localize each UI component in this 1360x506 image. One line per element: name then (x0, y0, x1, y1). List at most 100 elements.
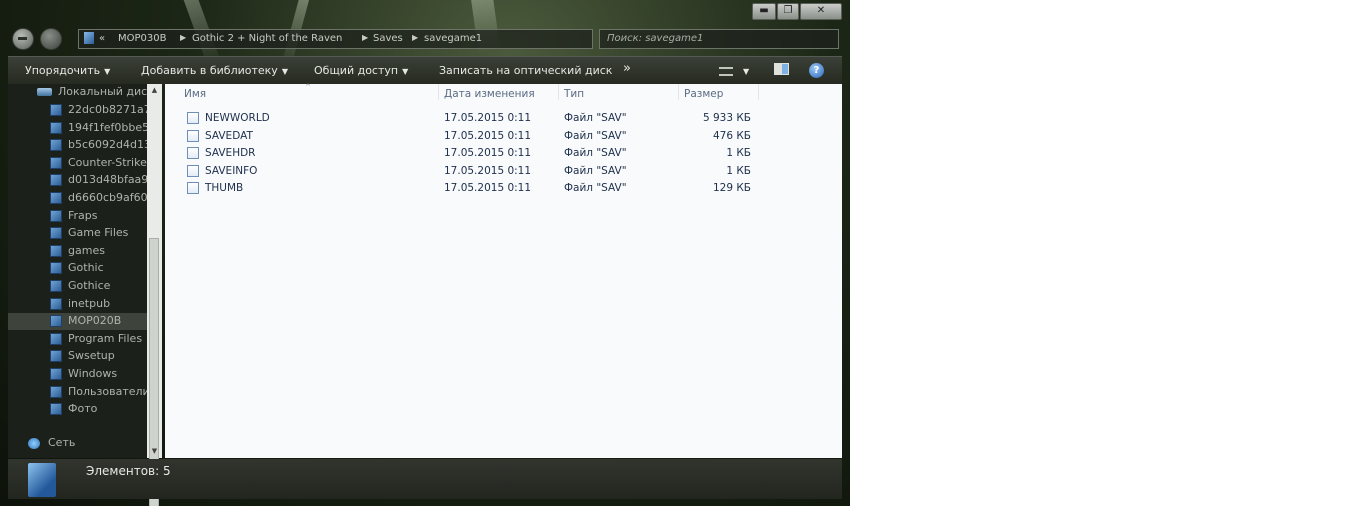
column-header-date[interactable]: Дата изменения (444, 88, 535, 100)
column-divider[interactable] (558, 84, 559, 100)
breadcrumb-segment[interactable]: Gothic 2 + Night of the Raven (192, 33, 342, 44)
sidebar-item[interactable]: inetpub (8, 296, 147, 313)
breadcrumb-segment[interactable]: Saves (373, 33, 403, 44)
help-button[interactable]: ? (809, 63, 824, 78)
table-row[interactable]: SAVEHDR 17.05.2015 0:11 Файл "SAV" 1 КБ (165, 145, 765, 162)
address-bar[interactable]: « MOP030B ▶ Gothic 2 + Night of the Rave… (78, 29, 593, 49)
details-view-icon (719, 66, 733, 76)
folder-icon (50, 403, 62, 416)
column-header-size[interactable]: Размер (684, 88, 723, 100)
sidebar-item[interactable]: Counter-Strike (8, 155, 147, 172)
sidebar-item[interactable]: 22dc0b8271a7f (8, 102, 147, 119)
organize-button[interactable]: Упорядочить ▼ (25, 64, 110, 77)
column-divider[interactable] (438, 84, 439, 100)
sidebar-item[interactable]: Program Files (8, 331, 147, 348)
folder-icon (50, 174, 62, 187)
sidebar-item[interactable]: d013d48bfaa9e (8, 172, 147, 189)
sidebar-item[interactable]: games (8, 243, 147, 260)
sidebar-item-label: Fraps (68, 208, 98, 222)
file-type: Файл "SAV" (564, 112, 627, 124)
folder-icon (50, 332, 62, 345)
chevron-down-icon: ▼ (743, 67, 750, 76)
share-label: Общий доступ (314, 64, 399, 77)
table-row[interactable]: SAVEDAT 17.05.2015 0:11 Файл "SAV" 476 КБ (165, 128, 765, 145)
file-date: 17.05.2015 0:11 (444, 164, 532, 177)
chevron-down-icon: ▼ (104, 67, 111, 76)
folder-icon (50, 139, 62, 152)
file-name: SAVEINFO (205, 164, 258, 177)
explorer-window: ▬ ❐ ✕ « MOP030B ▶ Gothic 2 + Night of th… (0, 0, 850, 506)
column-divider[interactable] (678, 84, 679, 100)
folder-icon (50, 104, 62, 116)
sidebar-item[interactable]: MOP020B (8, 313, 147, 331)
file-list: Имя ^ Дата изменения Тип Размер NEWWORLD… (165, 83, 842, 458)
breadcrumb-overflow[interactable]: « (99, 33, 105, 44)
breadcrumb-chevron-icon[interactable]: ▶ (412, 33, 418, 42)
minimize-button[interactable]: ▬ (752, 3, 776, 20)
search-input[interactable]: Поиск: savegame1 (599, 29, 839, 49)
table-row[interactable]: NEWWORLD 17.05.2015 0:11 Файл "SAV" 5 933 К… (165, 110, 765, 127)
close-button[interactable]: ✕ (800, 3, 842, 20)
file-size: 476 КБ (712, 129, 751, 142)
more-commands-button[interactable]: » (623, 61, 631, 76)
folder-icon (28, 463, 56, 497)
sidebar-item[interactable]: Gothice (8, 278, 147, 295)
breadcrumb-segment[interactable]: savegame1 (424, 33, 482, 44)
back-arrow-icon (18, 37, 27, 40)
sidebar-item-label: games (68, 243, 105, 257)
sidebar-item[interactable]: Fraps (8, 208, 147, 225)
add-to-library-button[interactable]: Добавить в библиотеку ▼ (141, 64, 288, 77)
folder-icon (50, 209, 62, 222)
navigation-pane: Локальный диск 22dc0b8271a7f 194f1fef0bbe… (8, 84, 147, 458)
chevron-down-icon: ▼ (281, 67, 288, 76)
sidebar-item-label: d6660cb9af60c (68, 191, 147, 204)
sidebar-item[interactable]: Windows (8, 366, 147, 383)
nav-item-local-disk[interactable]: Локальный диск (8, 84, 147, 101)
breadcrumb-segment[interactable]: MOP030B (118, 33, 166, 44)
sidebar-item-label: Gothic (68, 261, 104, 275)
nav-scrollbar[interactable]: ▲ ▼ (147, 84, 162, 506)
sidebar-item[interactable]: Фото (8, 401, 147, 418)
breadcrumb-chevron-icon[interactable]: ▶ (362, 33, 368, 42)
file-type: Файл "SAV" (564, 182, 627, 195)
nav-item-network[interactable]: Сеть (8, 435, 147, 452)
change-view-button[interactable]: ▼ (719, 64, 749, 77)
sidebar-item[interactable]: d6660cb9af60c (8, 190, 147, 207)
sidebar-item-label: Фото (68, 402, 98, 416)
file-date: 17.05.2015 0:11 (444, 112, 532, 124)
sidebar-item[interactable]: 194f1fef0bbe5b (8, 120, 147, 137)
column-header-type[interactable]: Тип (564, 88, 584, 100)
folder-icon (50, 121, 62, 134)
scroll-up-icon[interactable]: ▲ (147, 84, 162, 97)
folder-icon (50, 385, 62, 398)
file-icon (187, 164, 199, 177)
folder-icon (50, 192, 62, 204)
file-type: Файл "SAV" (564, 147, 627, 160)
sidebar-item[interactable]: Swsetup (8, 348, 147, 365)
sidebar-item[interactable]: Game Files (8, 225, 147, 242)
sidebar-item[interactable]: b5c6092d4d133 (8, 137, 147, 154)
table-row[interactable]: THUMB 17.05.2015 0:11 Файл "SAV" 129 КБ (165, 180, 765, 197)
sidebar-item[interactable]: Gothic (8, 260, 147, 277)
sidebar-item[interactable]: Пользователи (8, 384, 147, 401)
details-pane: Элементов: 5 (8, 459, 842, 499)
organize-label: Упорядочить (25, 64, 101, 77)
breadcrumb-chevron-icon[interactable]: ▶ (180, 33, 186, 42)
scroll-down-icon[interactable]: ▼ (147, 445, 162, 458)
share-button[interactable]: Общий доступ ▼ (314, 64, 408, 77)
preview-pane-button[interactable] (774, 63, 789, 78)
burn-disc-button[interactable]: Записать на оптический диск (439, 64, 612, 77)
folder-icon (50, 350, 62, 363)
back-button[interactable] (12, 28, 34, 50)
table-row[interactable]: SAVEINFO 17.05.2015 0:11 Файл "SAV" 1 КБ (165, 163, 765, 180)
sort-indicator-icon: ^ (305, 83, 311, 91)
folder-icon (50, 227, 62, 240)
nav-label: Локальный диск (58, 85, 147, 98)
column-divider[interactable] (758, 84, 759, 100)
help-icon: ? (809, 63, 824, 78)
column-header-name[interactable]: Имя (184, 88, 206, 100)
sidebar-item-label: d013d48bfaa9e (68, 173, 147, 187)
file-date: 17.05.2015 0:11 (444, 147, 532, 160)
maximize-button[interactable]: ❐ (777, 3, 799, 20)
forward-button[interactable] (40, 28, 62, 50)
